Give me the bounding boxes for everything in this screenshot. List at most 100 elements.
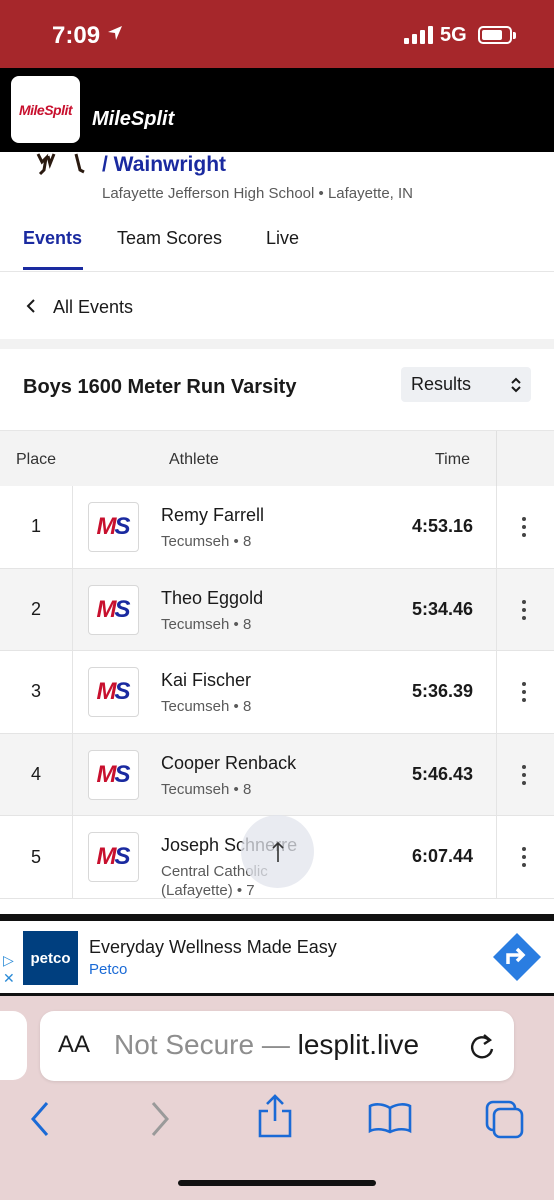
active-tab-indicator — [23, 267, 83, 270]
status-time: 7:09 — [52, 22, 101, 49]
chevron-left-icon — [26, 299, 35, 313]
milesplit-logo[interactable]: MileSplit — [11, 76, 80, 143]
meet-subtitle: Lafayette Jefferson High School • Lafaye… — [102, 185, 413, 202]
scroll-to-top-button[interactable] — [241, 815, 314, 888]
team-logo: MS — [88, 502, 139, 552]
more-options-icon[interactable] — [516, 679, 532, 705]
select-arrows-icon — [511, 377, 521, 393]
reader-options-button[interactable]: AA — [58, 1031, 90, 1059]
adchoices-icon[interactable]: ▷ ✕ — [3, 951, 15, 987]
tab-events[interactable]: Events — [23, 228, 82, 249]
table-row[interactable]: 3 MS Kai Fischer Tecumseh • 8 5:36.39 — [0, 651, 554, 734]
athlete-name[interactable]: Cooper Renback — [161, 753, 296, 774]
directions-icon[interactable] — [491, 931, 543, 983]
ad-banner[interactable]: ▷ ✕ petco Everyday Wellness Made Easy Pet… — [0, 921, 554, 993]
ms-logo-s: S — [114, 513, 131, 540]
row-place: 1 — [0, 486, 73, 568]
reload-icon[interactable] — [467, 1030, 497, 1062]
status-bar: 7:09 5G — [0, 0, 554, 68]
header-divider — [496, 431, 497, 487]
event-title: Boys 1600 Meter Run Varsity — [23, 376, 297, 398]
url-host: lesplit.live — [297, 1029, 420, 1060]
table-header: Place Athlete Time — [0, 430, 554, 487]
table-row[interactable]: 4 MS Cooper Renback Tecumseh • 8 5:46.43 — [0, 733, 554, 817]
table-row[interactable]: 2 MS Theo Eggold Tecumseh • 8 5:34.46 — [0, 568, 554, 652]
tab-live[interactable]: Live — [266, 228, 299, 249]
more-options-icon[interactable] — [516, 762, 532, 788]
athlete-team: Tecumseh • 8 — [161, 615, 252, 633]
row-place: 2 — [0, 568, 73, 651]
athlete-name[interactable]: Theo Eggold — [161, 588, 263, 609]
address-bar[interactable]: AA Not Secure — lesplit.live — [40, 1011, 514, 1081]
bookmarks-icon[interactable] — [368, 1102, 412, 1134]
more-options-icon[interactable] — [516, 514, 532, 540]
location-arrow-icon — [106, 24, 124, 47]
battery-icon — [478, 26, 516, 44]
section-divider — [0, 339, 554, 349]
header-athlete: Athlete — [169, 451, 219, 468]
row-divider — [496, 486, 497, 568]
tab-team-scores[interactable]: Team Scores — [117, 228, 222, 249]
header-time: Time — [435, 451, 470, 468]
more-options-icon[interactable] — [516, 844, 532, 870]
row-divider — [496, 733, 497, 816]
team-logo: MS — [88, 584, 139, 635]
back-icon[interactable] — [28, 1099, 52, 1139]
row-divider — [496, 651, 497, 733]
ms-logo-s: S — [114, 760, 131, 788]
table-row[interactable]: 1 MS Remy Farrell Tecumseh • 8 4:53.16 — [0, 486, 554, 569]
header-place: Place — [16, 451, 57, 468]
row-place: 4 — [0, 733, 73, 816]
ms-logo-s: S — [114, 595, 131, 623]
view-select[interactable]: Results — [401, 367, 531, 402]
ad-logo: petco — [23, 931, 78, 985]
team-logo: MS — [88, 749, 139, 800]
result-time: 6:07.44 — [411, 846, 473, 867]
team-logo: MS — [88, 667, 139, 718]
share-icon[interactable] — [256, 1093, 294, 1139]
arrow-up-icon — [271, 841, 284, 862]
forward-icon[interactable] — [148, 1099, 172, 1139]
result-time: 5:46.43 — [411, 763, 473, 784]
logo-text: MileSplit — [18, 101, 73, 118]
ms-logo-m: M — [96, 843, 116, 871]
all-events-label: All Events — [53, 297, 134, 317]
browser-toolbar: AA Not Secure — lesplit.live — [0, 996, 554, 1200]
result-time: 4:53.16 — [411, 516, 473, 536]
row-place: 3 — [0, 651, 73, 733]
previous-tab-preview[interactable] — [0, 1011, 27, 1080]
athlete-name[interactable]: Kai Fischer — [161, 670, 251, 691]
all-events-link[interactable]: All Events — [0, 273, 554, 339]
row-place: 5 — [0, 816, 73, 898]
ms-logo-s: S — [114, 678, 131, 706]
athlete-team: Tecumseh • 8 — [161, 698, 252, 716]
network-label: 5G — [440, 24, 467, 46]
url-text[interactable]: Not Secure — lesplit.live — [114, 1029, 419, 1061]
signal-icon — [404, 26, 433, 44]
mascot-icon — [36, 153, 85, 176]
ms-logo-m: M — [96, 678, 116, 706]
url-security-label: Not Secure — — [114, 1029, 298, 1060]
result-time: 5:34.46 — [411, 598, 473, 619]
home-indicator — [178, 1180, 376, 1186]
tabs-icon[interactable] — [484, 1099, 526, 1139]
site-header: MileSplit MileSplit — [0, 68, 554, 152]
athlete-name[interactable]: Remy Farrell — [161, 505, 264, 526]
ms-logo-m: M — [96, 595, 116, 623]
view-select-value: Results — [411, 374, 472, 394]
row-divider — [496, 816, 497, 898]
ad-brand: Petco — [89, 961, 128, 978]
ms-logo-m: M — [96, 513, 116, 540]
athlete-team: Tecumseh • 8 — [161, 780, 252, 798]
result-time: 5:36.39 — [411, 681, 473, 702]
ms-logo-m: M — [96, 760, 116, 788]
athlete-team: Tecumseh • 8 — [161, 533, 252, 550]
more-options-icon[interactable] — [516, 597, 532, 623]
row-divider — [496, 568, 497, 651]
ad-headline: Everyday Wellness Made Easy — [89, 937, 337, 957]
tab-bar: Events Team Scores Live — [0, 222, 554, 272]
brand-text: MileSplit — [92, 108, 175, 130]
team-logo: MS — [88, 832, 139, 883]
ms-logo-s: S — [114, 843, 131, 871]
meet-title[interactable]: / Wainwright — [102, 153, 226, 177]
